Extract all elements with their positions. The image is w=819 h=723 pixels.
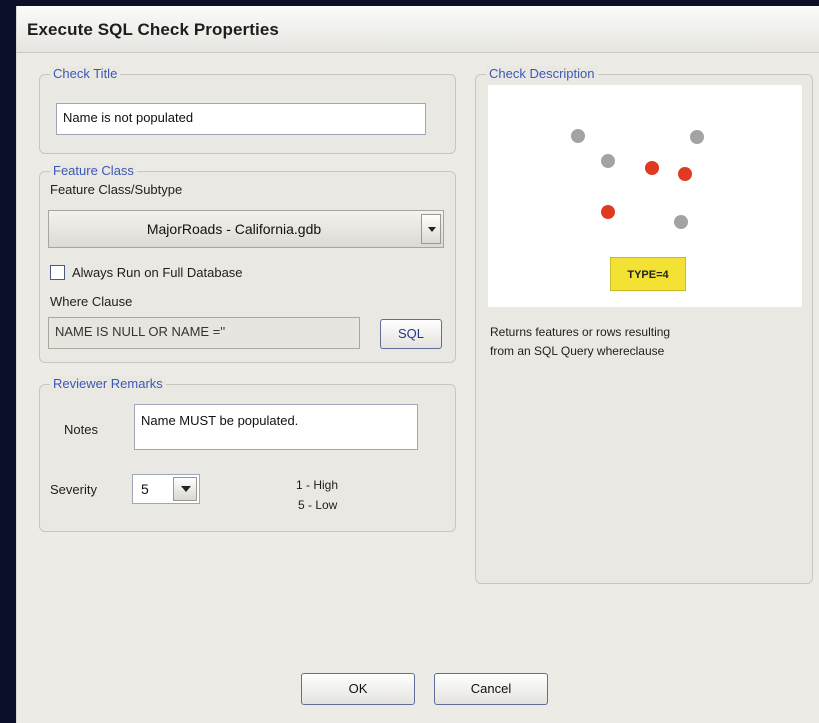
- chevron-down-icon: [428, 227, 436, 232]
- severity-low-hint: 5 - Low: [298, 498, 338, 512]
- red-point: [645, 161, 659, 175]
- grey-point: [690, 130, 704, 144]
- check-title-legend: Check Title: [50, 66, 121, 81]
- always-run-label: Always Run on Full Database: [72, 265, 243, 280]
- sql-button[interactable]: SQL: [380, 319, 442, 349]
- grey-point: [601, 154, 615, 168]
- where-clause-field[interactable]: NAME IS NULL OR NAME ='': [48, 317, 360, 349]
- severity-value: 5: [141, 481, 149, 497]
- description-illustration: TYPE=4: [488, 85, 802, 307]
- red-point: [678, 167, 692, 181]
- always-run-checkbox[interactable]: [50, 265, 65, 280]
- reviewer-remarks-legend: Reviewer Remarks: [50, 376, 166, 391]
- severity-label: Severity: [50, 482, 97, 497]
- severity-select[interactable]: 5: [132, 474, 200, 504]
- cancel-button[interactable]: Cancel: [434, 673, 548, 705]
- feature-class-legend: Feature Class: [50, 163, 137, 178]
- grey-point: [674, 215, 688, 229]
- notes-label: Notes: [64, 422, 98, 437]
- dropdown-arrow-button[interactable]: [421, 214, 441, 244]
- feature-class-selected: MajorRoads - California.gdb: [146, 221, 322, 237]
- grey-point: [571, 129, 585, 143]
- check-title-group: Check Title Name is not populated: [39, 66, 456, 154]
- chevron-down-icon: [181, 486, 191, 492]
- description-text-line1: Returns features or rows resulting: [490, 325, 671, 339]
- where-clause-label: Where Clause: [50, 294, 133, 309]
- feature-class-dropdown[interactable]: MajorRoads - California.gdb: [48, 210, 444, 248]
- ok-button[interactable]: OK: [301, 673, 415, 705]
- type-badge: TYPE=4: [610, 257, 686, 291]
- check-description-group: Check Description TYPE=4 Returns feature…: [475, 66, 813, 584]
- check-description-legend: Check Description: [486, 66, 598, 81]
- severity-high-hint: 1 - High: [296, 478, 339, 492]
- check-title-input[interactable]: Name is not populated: [56, 103, 426, 135]
- feature-class-group: Feature Class Feature Class/Subtype Majo…: [39, 163, 456, 363]
- feature-class-subtype-label: Feature Class/Subtype: [50, 182, 183, 197]
- red-point: [601, 205, 615, 219]
- execute-sql-check-dialog: Execute SQL Check Properties Check Title…: [16, 6, 819, 723]
- reviewer-remarks-group: Reviewer Remarks Notes Name MUST be popu…: [39, 376, 456, 532]
- severity-dropdown-button[interactable]: [173, 477, 197, 501]
- title-bar: Execute SQL Check Properties: [17, 6, 819, 53]
- description-text-line2: from an SQL Query whereclause: [490, 344, 665, 358]
- window-title: Execute SQL Check Properties: [27, 20, 279, 39]
- notes-input[interactable]: Name MUST be populated.: [134, 404, 418, 450]
